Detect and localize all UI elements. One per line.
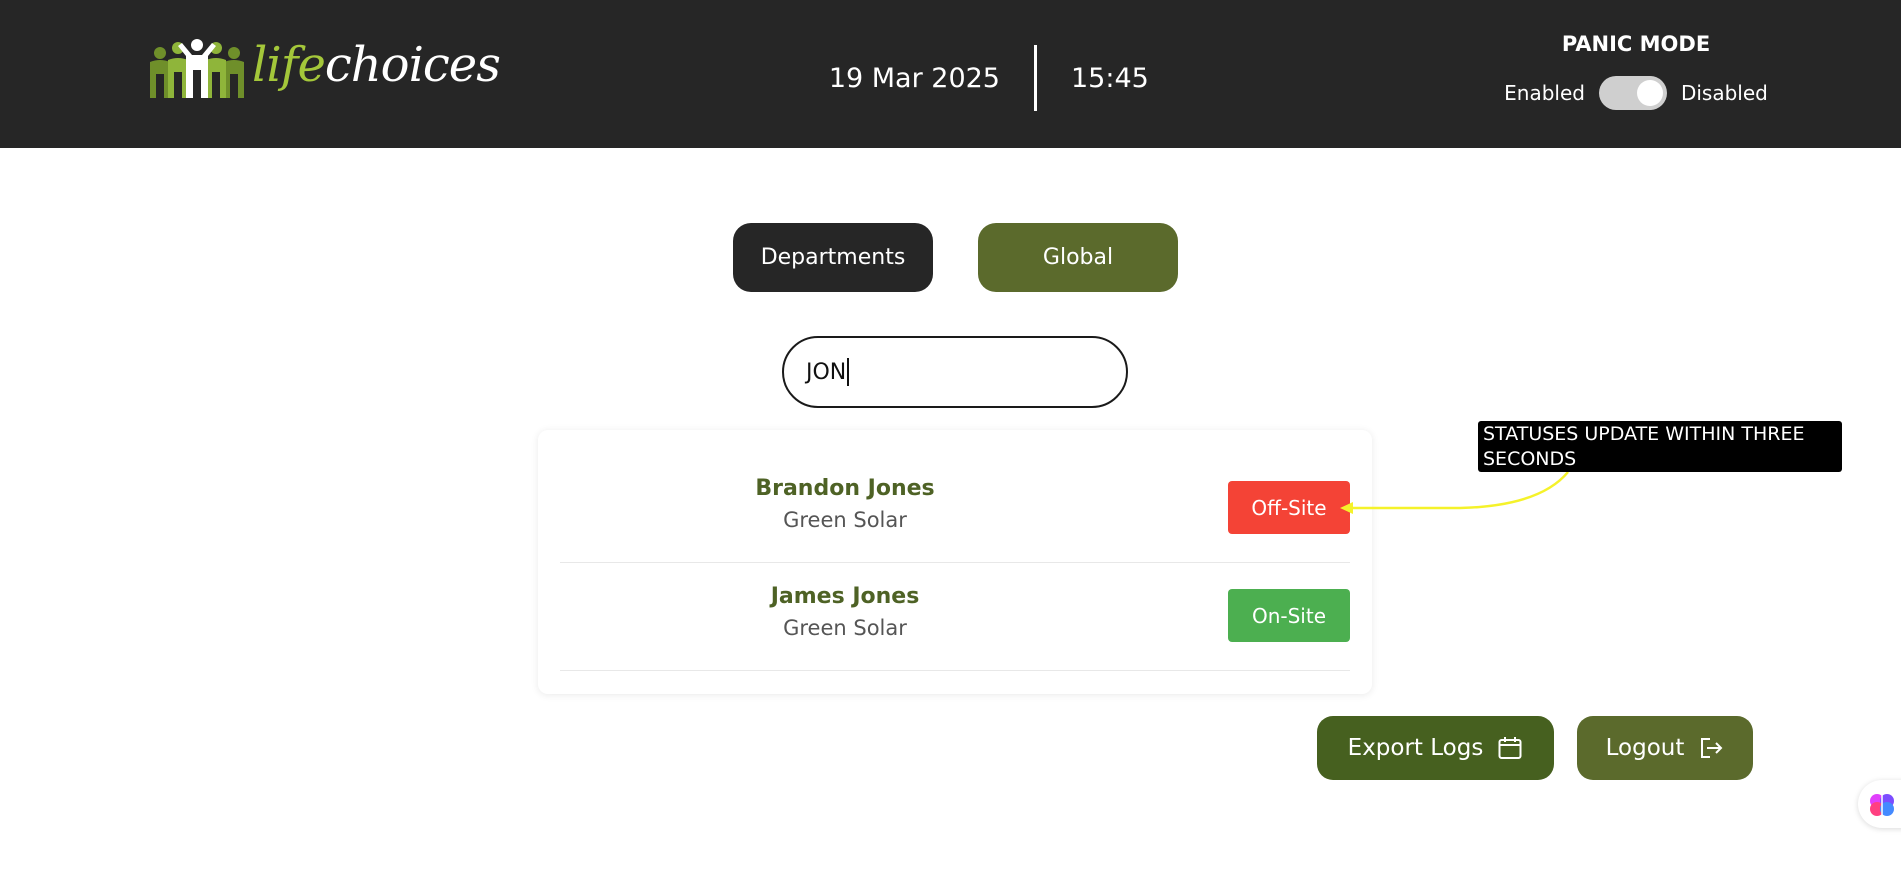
assistant-widget-button[interactable]	[1858, 780, 1901, 828]
departments-button[interactable]: Departments	[733, 223, 933, 292]
panic-mode-toggle[interactable]	[1598, 76, 1667, 110]
export-logs-button[interactable]: Export Logs	[1317, 716, 1554, 780]
panic-enabled-label: Enabled	[1504, 81, 1585, 105]
logout-button[interactable]: Logout	[1577, 716, 1753, 780]
search-input[interactable]: JON	[782, 336, 1128, 408]
list-item: James Jones Green Solar On-Site	[560, 562, 1350, 671]
top-bar: lifechoices 19 Mar 2025 15:45 PANIC MODE…	[0, 0, 1901, 148]
logout-label: Logout	[1605, 735, 1685, 761]
logo-wordmark: lifechoices	[252, 41, 501, 89]
life-choices-logo[interactable]: lifechoices	[148, 38, 501, 98]
date-time-divider	[1034, 45, 1037, 111]
logo-word-choices: choices	[324, 37, 501, 93]
panic-disabled-label: Disabled	[1680, 81, 1768, 105]
logo-word-life: life	[252, 37, 326, 93]
status-badge[interactable]: Off-Site	[1228, 481, 1350, 534]
current-date: 19 Mar 2025	[828, 62, 1000, 94]
employee-department: Green Solar	[783, 616, 907, 640]
list-item: Brandon Jones Green Solar Off-Site	[560, 454, 1350, 563]
employee-name: James Jones	[770, 584, 920, 609]
toggle-knob	[1636, 80, 1663, 106]
global-button[interactable]: Global	[978, 223, 1178, 292]
calendar-icon	[1498, 737, 1522, 759]
employee-department: Green Solar	[783, 508, 907, 532]
panic-mode-control: Enabled Disabled	[1500, 76, 1772, 110]
date-time-display: 19 Mar 2025 15:45	[800, 44, 1151, 112]
current-time: 15:45	[1071, 62, 1149, 94]
search-input-value: JON	[806, 359, 847, 385]
brain-icon	[1870, 794, 1894, 816]
logout-icon	[1701, 738, 1723, 758]
status-badge[interactable]: On-Site	[1228, 589, 1350, 642]
export-logs-label: Export Logs	[1347, 735, 1484, 761]
annotation-note: STATUSES UPDATE WITHIN THREE SECONDS	[1478, 421, 1842, 472]
panic-mode-title: PANIC MODE	[1561, 32, 1711, 56]
employee-name: Brandon Jones	[755, 476, 935, 501]
people-logo-icon	[150, 39, 244, 98]
text-caret	[847, 358, 850, 386]
